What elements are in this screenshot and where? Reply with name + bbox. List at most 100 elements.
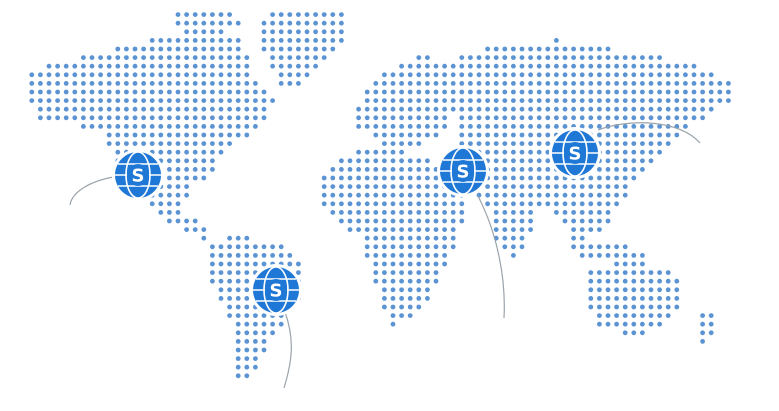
map-dot [605, 158, 611, 164]
marker-east-asia[interactable]: S [549, 127, 601, 179]
map-dot [106, 89, 112, 95]
map-dot [502, 192, 508, 198]
map-dot [579, 227, 585, 233]
map-dot [287, 63, 293, 69]
map-dot [98, 72, 103, 78]
map-dot [571, 115, 576, 121]
marker-central-asia[interactable]: S [437, 145, 489, 197]
map-dot [528, 72, 533, 78]
map-dot [588, 210, 594, 215]
map-dot [425, 261, 430, 267]
map-dot [597, 304, 602, 310]
map-dot [210, 253, 215, 258]
map-dot [218, 20, 224, 26]
map-dot [450, 72, 456, 78]
map-dot [597, 253, 602, 258]
map-dot [562, 98, 568, 103]
map-dot [416, 227, 422, 233]
map-dot [382, 278, 387, 284]
map-dot [287, 261, 293, 267]
map-dot [227, 55, 233, 60]
map-dot [442, 89, 447, 95]
map-dot [399, 141, 404, 147]
marker-north-america[interactable]: S [112, 149, 164, 201]
map-dot [235, 304, 241, 310]
map-dot [536, 98, 542, 103]
map-dot [631, 98, 637, 103]
map-dot [442, 106, 447, 112]
map-dot [364, 192, 370, 198]
map-dot [648, 132, 654, 138]
map-dot [416, 235, 422, 241]
map-dot [296, 46, 301, 52]
map-dot [296, 63, 301, 69]
map-dot [502, 235, 508, 241]
map-dot [399, 63, 404, 69]
map-dot [253, 253, 258, 258]
map-dot [167, 210, 172, 215]
map-dot [605, 184, 611, 190]
map-dot [683, 98, 688, 103]
map-dot [683, 89, 688, 95]
map-dot [545, 63, 551, 69]
map-dot [407, 192, 413, 198]
map-dot [442, 201, 447, 207]
map-dot [192, 81, 198, 86]
map-dot [493, 158, 499, 164]
map-dot [356, 106, 361, 112]
map-dot [519, 72, 525, 78]
map-dot [253, 339, 258, 344]
map-dot [132, 124, 138, 129]
map-dot [597, 210, 602, 215]
map-dot [433, 201, 439, 207]
map-dot [201, 235, 207, 241]
map-dot [132, 63, 138, 69]
map-dot [287, 55, 293, 60]
map-dot [227, 12, 233, 17]
map-dot [270, 321, 275, 327]
map-dot [270, 63, 275, 69]
map-dot [511, 55, 516, 60]
map-dot [597, 132, 602, 138]
map-dot [167, 98, 172, 103]
map-dot [425, 278, 430, 284]
map-dot [63, 89, 69, 95]
map-dot [614, 287, 619, 293]
map-dot [708, 98, 714, 103]
map-dot [72, 89, 78, 95]
map-dot [313, 12, 318, 17]
map-dot [640, 321, 645, 327]
map-dot [622, 55, 628, 60]
map-dot [184, 89, 190, 95]
map-dot [425, 227, 430, 233]
map-dot [493, 141, 499, 147]
map-dot [605, 218, 611, 224]
map-dot [614, 175, 619, 181]
map-dot [485, 115, 490, 121]
map-dot [407, 235, 413, 241]
map-dot [399, 235, 404, 241]
map-dot [562, 218, 568, 224]
map-dot [296, 29, 301, 35]
map-dot [29, 98, 35, 103]
map-dot [622, 192, 628, 198]
map-dot [545, 141, 551, 147]
map-dot [218, 244, 224, 250]
map-dot [210, 149, 215, 155]
map-dot [528, 149, 533, 155]
marker-south-america[interactable]: S [250, 264, 302, 316]
map-dot [115, 106, 121, 112]
map-dot [132, 98, 138, 103]
map-dot [588, 227, 594, 233]
map-dot [55, 106, 60, 112]
map-dot [519, 244, 525, 250]
map-dot [640, 149, 645, 155]
map-dot [502, 149, 508, 155]
map-dot [46, 89, 52, 95]
map-dot [631, 175, 637, 181]
map-dot [347, 167, 353, 172]
map-dot [261, 261, 267, 267]
map-dot [597, 313, 602, 318]
map-dot [175, 167, 181, 172]
map-dot [175, 81, 181, 86]
